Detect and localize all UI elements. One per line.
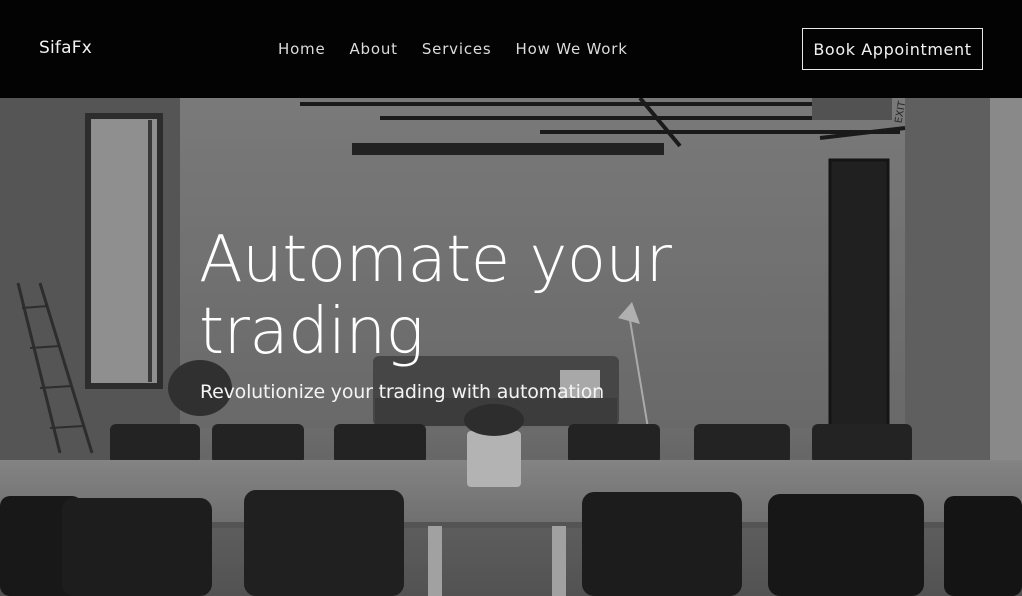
hero-title: Automate your trading [199, 223, 672, 369]
brand-logo[interactable]: SifaFx [39, 38, 92, 58]
hero-section: EXIT Automate your trading Revolutionize… [0, 98, 1022, 596]
hero-subtitle: Revolutionize your trading with automati… [200, 381, 605, 403]
nav-link-services[interactable]: Services [422, 40, 492, 58]
top-navbar: SifaFx Home About Services How We Work B… [0, 0, 1022, 98]
book-appointment-button[interactable]: Book Appointment [802, 28, 983, 70]
nav-link-about[interactable]: About [350, 40, 398, 58]
main-nav: Home About Services How We Work [278, 40, 652, 58]
nav-link-home[interactable]: Home [278, 40, 326, 58]
nav-link-how-we-work[interactable]: How We Work [516, 40, 628, 58]
